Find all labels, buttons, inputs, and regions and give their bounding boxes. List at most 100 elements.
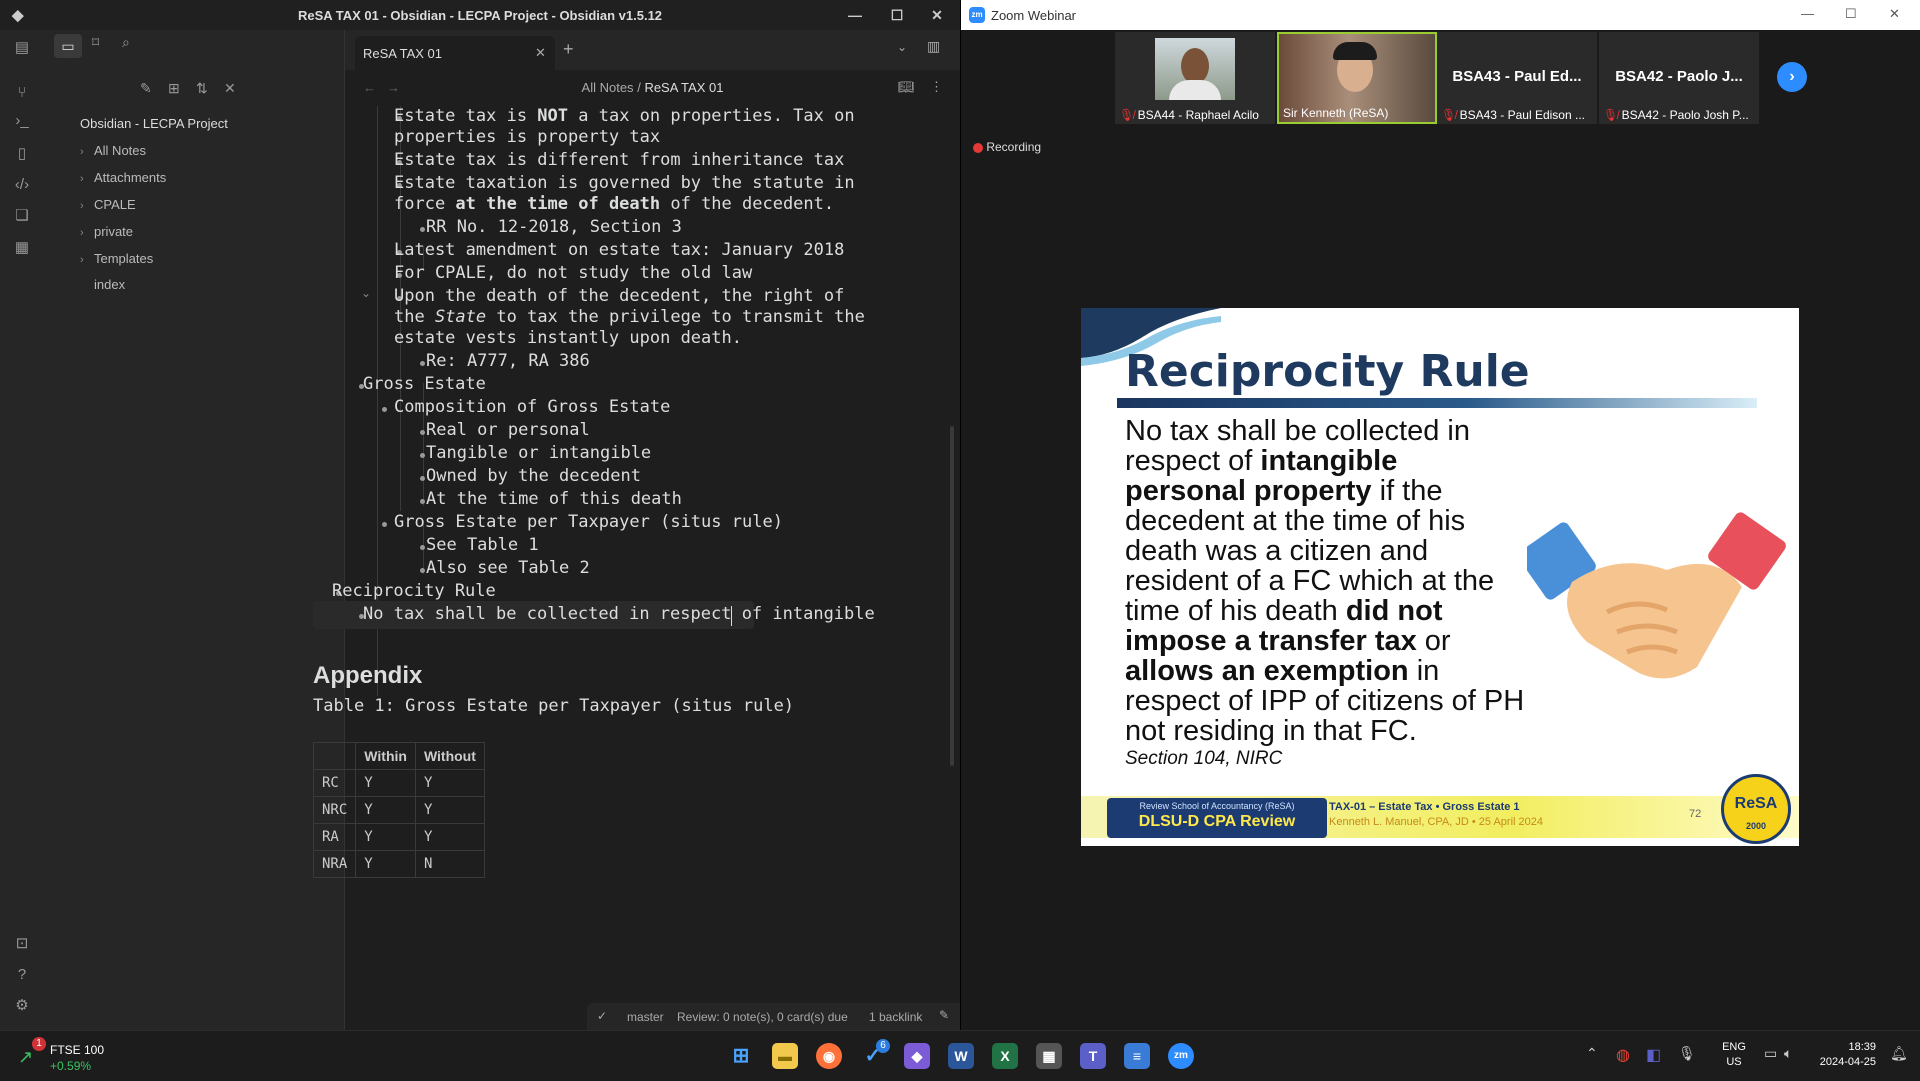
note-line: RR No. 12-2018, Section 3 (426, 217, 682, 237)
pages-icon[interactable]: ❏ (0, 206, 44, 230)
note-line: Upon the death of the decedent, the righ… (394, 286, 845, 306)
vault-name[interactable]: Obsidian - LECPA Project (80, 116, 228, 131)
participant-tile[interactable]: BSA42 - Paolo J... 🎙︎̸ BSA42 - Paolo Jos… (1599, 32, 1759, 124)
microphone-icon[interactable]: 🎙︎ (1678, 1045, 1696, 1062)
vault-icon[interactable]: ⊡ (0, 934, 44, 958)
close-button[interactable]: ✕ (1889, 6, 1900, 22)
breadcrumb-parent[interactable]: All Notes (582, 80, 634, 95)
zoom-titlebar: zm Zoom Webinar — ☐ ✕ (961, 0, 1920, 30)
graph-icon[interactable]: ⑂ (0, 84, 44, 108)
sort-icon[interactable]: ⇅ (196, 80, 208, 97)
right-sidebar-icon[interactable]: ▥ (927, 38, 940, 55)
note-line: the State to tax the privilege to transm… (394, 307, 865, 327)
file-index[interactable]: index (94, 277, 125, 297)
table-cell: Y (414, 823, 485, 851)
footer-course: TAX-01 – Estate Tax • Gross Estate 1 (1329, 801, 1520, 813)
folder-private[interactable]: › private (80, 224, 133, 244)
calculator-icon[interactable]: ▦ (1036, 1043, 1062, 1069)
fold-chevron-icon[interactable]: ⌄ (361, 286, 371, 300)
table-cell: RC (312, 769, 357, 797)
stock-name: FTSE 100 (50, 1043, 105, 1057)
obsidian-app-icon[interactable]: ◆ (904, 1043, 930, 1069)
maximize-button[interactable]: ☐ (1845, 6, 1857, 22)
search-icon[interactable]: ⌕ (122, 34, 130, 51)
zoom-app-icon[interactable]: zm (1168, 1043, 1194, 1069)
settings-gear-icon[interactable]: ⚙ (0, 996, 44, 1020)
recording-label: Recording (986, 140, 1042, 154)
excel-icon[interactable]: X (992, 1043, 1018, 1069)
clock-date: 2024-04-25 (1819, 1056, 1876, 1068)
participant-tile[interactable]: BSA43 - Paul Ed... 🎙︎̸ BSA43 - Paul Edis… (1437, 32, 1597, 124)
notification-bell-icon[interactable]: 🔔︎ (1890, 1045, 1908, 1062)
note-line-active[interactable]: No tax shall be collected in respect of … (363, 604, 875, 624)
word-icon[interactable]: W (948, 1043, 974, 1069)
note-line: See Table 1 (426, 535, 539, 555)
terminal-icon[interactable]: ›_ (0, 112, 44, 136)
windows-start-icon[interactable]: ⊞ (728, 1043, 754, 1069)
volume-icon[interactable]: 🔈︎ (1784, 1045, 1792, 1062)
minimize-button[interactable]: — (832, 0, 878, 30)
editor[interactable]: Estate tax is NOT a tax on properties. T… (312, 106, 960, 1030)
calendar-icon[interactable]: ▦ (0, 238, 44, 262)
tray-chevron-up-icon[interactable]: ⌃ (1586, 1045, 1598, 1062)
folder-cpale[interactable]: › CPALE (80, 197, 136, 217)
chevron-right-icon: › (80, 200, 84, 212)
note-line: For CPALE, do not study the old law (394, 263, 753, 283)
notepad-icon[interactable]: ≡ (1124, 1043, 1150, 1069)
document-icon[interactable]: ▯ (0, 144, 44, 168)
folder-icon[interactable]: ▭ (54, 34, 82, 58)
toggle-sidebar-icon[interactable]: ▤ (0, 38, 44, 62)
note-line: Estate tax is different from inheritance… (394, 150, 845, 170)
record-dot-icon (973, 142, 983, 153)
chevron-down-icon[interactable]: ⌄ (897, 40, 907, 54)
sync-check-icon[interactable]: ✓ (597, 1009, 607, 1023)
note-line: Estate taxation is governed by the statu… (394, 173, 855, 193)
new-note-icon[interactable]: ✎ (140, 80, 152, 97)
folder-label: Attachments (94, 170, 167, 185)
scrollbar[interactable] (950, 426, 954, 766)
clock[interactable]: 18:39 2024-04-25 (1812, 1041, 1876, 1068)
new-tab-icon[interactable]: + (563, 39, 574, 60)
zoom-window-title: Zoom Webinar (991, 8, 1077, 23)
breadcrumb-current[interactable]: ReSA TAX 01 (644, 80, 723, 95)
participant-tile[interactable]: 🎙︎̸ BSA44 - Raphael Acilo (1115, 32, 1275, 124)
table-row: RC Y Y (312, 769, 485, 797)
tab-strip: ReSA TAX 01 ✕ + ⌄ ▥ (345, 30, 960, 70)
network-icon[interactable]: ▭ (1764, 1045, 1777, 1062)
new-folder-icon[interactable]: ⊞ (168, 80, 180, 97)
more-options-icon[interactable]: ⋮ (930, 79, 943, 95)
file-explorer-icon[interactable]: ▬ (772, 1043, 798, 1069)
language-indicator[interactable]: ENG US (1716, 1041, 1752, 1068)
teams-icon[interactable]: T (1080, 1043, 1106, 1069)
close-button[interactable]: ✕ (914, 0, 960, 30)
shared-slide: Reciprocity Rule No tax shall be collect… (1081, 308, 1799, 846)
reading-view-icon[interactable]: 📖︎ (898, 79, 915, 95)
minimize-button[interactable]: — (1801, 6, 1814, 21)
status-bar: ✓ master Review: 0 note(s), 0 card(s) du… (587, 1003, 960, 1030)
folder-all-notes[interactable]: › All Notes (80, 143, 146, 163)
slide-page-number: 72 (1689, 808, 1702, 820)
teams-tray-icon[interactable]: ◧ (1646, 1045, 1661, 1065)
firefox-icon[interactable]: ◉ (816, 1043, 842, 1069)
folder-label: private (94, 224, 134, 239)
folder-attachments[interactable]: › Attachments (80, 170, 166, 190)
participant-tile-active-speaker[interactable]: Sir Kenneth (ReSA) (1277, 32, 1437, 124)
participant-name: 🎙︎̸ BSA43 - Paul Edison ... (1441, 108, 1585, 122)
next-participants-arrow-icon[interactable]: › (1777, 62, 1807, 92)
help-icon[interactable]: ? (0, 966, 44, 990)
code-icon[interactable]: ‹/› (0, 176, 44, 200)
tab-close-icon[interactable]: ✕ (535, 45, 546, 61)
table-row: NRA Y N (312, 850, 485, 878)
collapse-all-icon[interactable]: ✕ (224, 80, 236, 97)
participant-big-label: BSA43 - Paul Ed... (1452, 68, 1582, 85)
folder-templates[interactable]: › Templates (80, 251, 153, 271)
edit-pencil-icon[interactable]: ✎ (939, 1008, 949, 1022)
backlink-count[interactable]: 1 backlink (869, 1010, 922, 1024)
bookmark-icon[interactable]: ⌑ (92, 34, 99, 51)
breadcrumb: All Notes / ReSA TAX 01 (345, 80, 960, 95)
tab-resa-tax-01[interactable]: ReSA TAX 01 ✕ (355, 36, 555, 70)
chrome-tray-icon[interactable]: ◍ (1616, 1045, 1630, 1065)
region-code: US (1726, 1056, 1742, 1068)
review-status[interactable]: Review: 0 note(s), 0 card(s) due (677, 1010, 848, 1024)
git-branch[interactable]: master (627, 1010, 664, 1024)
